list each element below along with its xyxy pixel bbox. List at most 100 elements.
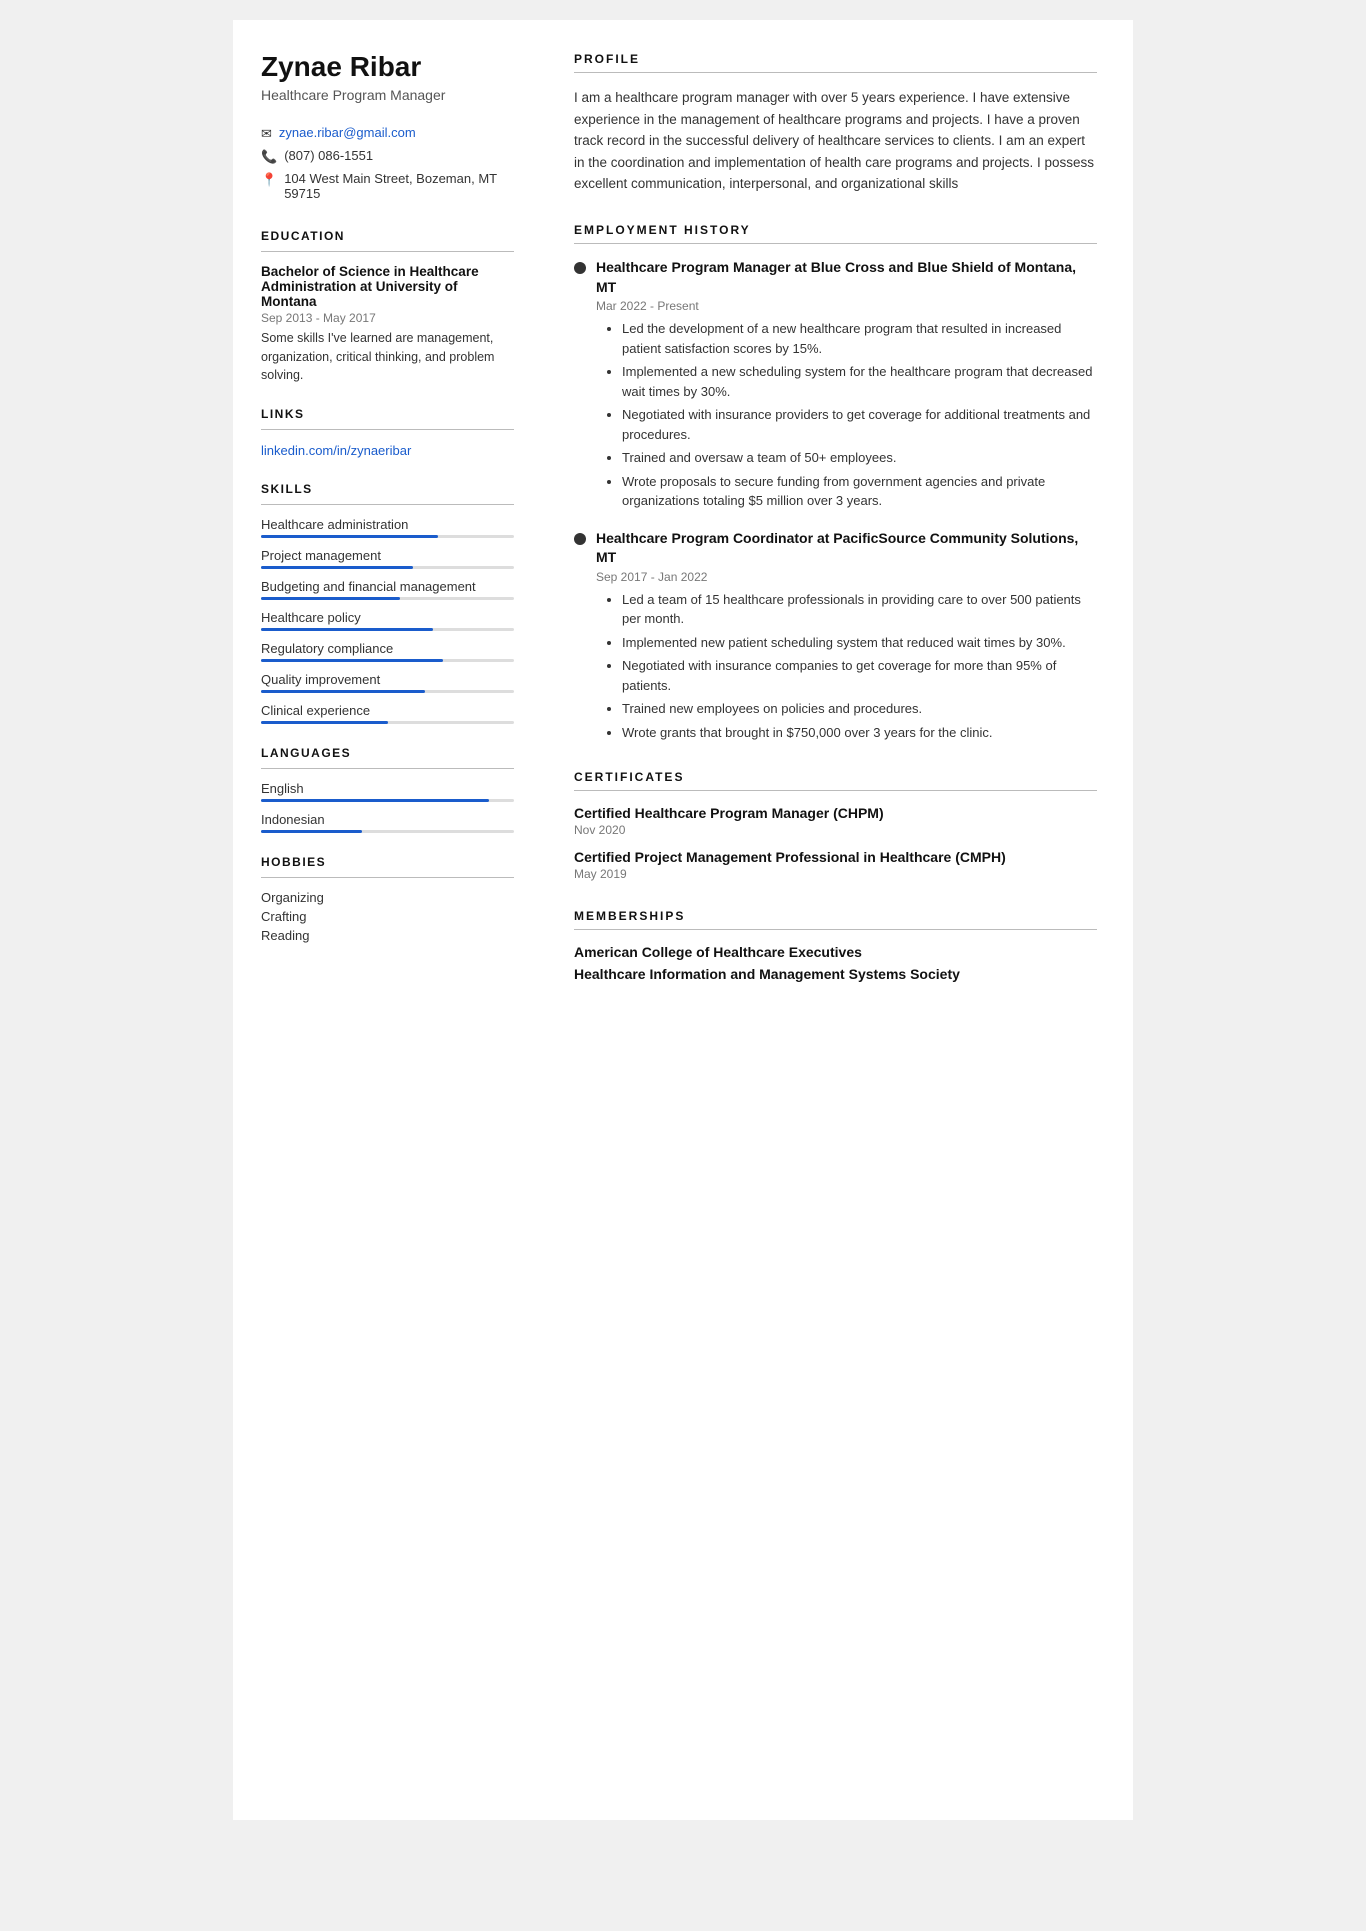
profile-divider xyxy=(574,72,1097,73)
candidate-title: Healthcare Program Manager xyxy=(261,87,514,103)
membership-entry: Healthcare Information and Management Sy… xyxy=(574,966,1097,982)
job-bullet: Led the development of a new healthcare … xyxy=(622,319,1097,358)
language-label: English xyxy=(261,781,514,796)
certificates-section: CERTIFICATES Certified Healthcare Progra… xyxy=(574,770,1097,881)
certs-list: Certified Healthcare Program Manager (CH… xyxy=(574,805,1097,881)
memberships-section: MEMBERSHIPS American College of Healthca… xyxy=(574,909,1097,982)
cert-entry: Certified Healthcare Program Manager (CH… xyxy=(574,805,1097,837)
resume-container: Zynae Ribar Healthcare Program Manager ✉… xyxy=(233,20,1133,1820)
certificates-divider xyxy=(574,790,1097,791)
job-bullet: Trained new employees on policies and pr… xyxy=(622,699,1097,719)
skill-label: Quality improvement xyxy=(261,672,514,687)
skill-bar-bg xyxy=(261,535,514,538)
employment-divider xyxy=(574,243,1097,244)
jobs-list: Healthcare Program Manager at Blue Cross… xyxy=(574,258,1097,742)
cert-entry: Certified Project Management Professiona… xyxy=(574,849,1097,881)
skill-item: Healthcare administration xyxy=(261,517,514,538)
skill-bar-fill xyxy=(261,721,388,724)
main-content: PROFILE I am a healthcare program manage… xyxy=(538,20,1133,1820)
skills-divider xyxy=(261,504,514,505)
skill-bar-fill xyxy=(261,597,400,600)
education-degree: Bachelor of Science in Healthcare Admini… xyxy=(261,264,514,309)
skill-label: Healthcare policy xyxy=(261,610,514,625)
memberships-heading: MEMBERSHIPS xyxy=(574,909,1097,923)
cert-name: Certified Healthcare Program Manager (CH… xyxy=(574,805,1097,821)
job-bullet: Negotiated with insurance providers to g… xyxy=(622,405,1097,444)
links-section: LINKS linkedin.com/in/zynaeribar xyxy=(261,407,514,460)
location-icon: 📍 xyxy=(261,172,277,188)
skills-section: SKILLS Healthcare administration Project… xyxy=(261,482,514,724)
education-divider xyxy=(261,251,514,252)
hobbies-divider xyxy=(261,877,514,878)
education-date: Sep 2013 - May 2017 xyxy=(261,311,514,325)
skills-heading: SKILLS xyxy=(261,482,514,496)
skill-label: Budgeting and financial management xyxy=(261,579,514,594)
job-title: Healthcare Program Manager at Blue Cross… xyxy=(596,258,1097,297)
memberships-list: American College of Healthcare Executive… xyxy=(574,944,1097,982)
language-bar-fill xyxy=(261,830,362,833)
sidebar: Zynae Ribar Healthcare Program Manager ✉… xyxy=(233,20,538,1820)
skill-item: Clinical experience xyxy=(261,703,514,724)
skill-item: Quality improvement xyxy=(261,672,514,693)
skill-bar-bg xyxy=(261,597,514,600)
languages-divider xyxy=(261,768,514,769)
skill-item: Budgeting and financial management xyxy=(261,579,514,600)
hobby-item: Organizing xyxy=(261,890,514,905)
skill-item: Healthcare policy xyxy=(261,610,514,631)
cert-date: May 2019 xyxy=(574,867,1097,881)
profile-heading: PROFILE xyxy=(574,52,1097,66)
education-heading: EDUCATION xyxy=(261,229,514,243)
job-entry: Healthcare Program Manager at Blue Cross… xyxy=(574,258,1097,511)
skill-bar-fill xyxy=(261,628,433,631)
skill-item: Project management xyxy=(261,548,514,569)
hobbies-section: HOBBIES Organizing Crafting Reading xyxy=(261,855,514,943)
job-entry: Healthcare Program Coordinator at Pacifi… xyxy=(574,529,1097,743)
profile-text: I am a healthcare program manager with o… xyxy=(574,87,1097,195)
job-bullet: Trained and oversaw a team of 50+ employ… xyxy=(622,448,1097,468)
contact-list: ✉ zynae.ribar@gmail.com 📞 (807) 086-1551… xyxy=(261,125,514,201)
links-list: linkedin.com/in/zynaeribar xyxy=(261,442,514,460)
job-dot xyxy=(574,262,586,274)
job-date: Mar 2022 - Present xyxy=(596,299,1097,313)
job-bullet: Implemented new patient scheduling syste… xyxy=(622,633,1097,653)
phone-icon: 📞 xyxy=(261,149,277,165)
contact-email: ✉ zynae.ribar@gmail.com xyxy=(261,125,514,142)
membership-entry: American College of Healthcare Executive… xyxy=(574,944,1097,960)
languages-heading: LANGUAGES xyxy=(261,746,514,760)
hobbies-heading: HOBBIES xyxy=(261,855,514,869)
links-heading: LINKS xyxy=(261,407,514,421)
employment-heading: EMPLOYMENT HISTORY xyxy=(574,223,1097,237)
skill-bar-fill xyxy=(261,566,413,569)
job-bullet: Led a team of 15 healthcare professional… xyxy=(622,590,1097,629)
skill-item: Regulatory compliance xyxy=(261,641,514,662)
job-bullet: Implemented a new scheduling system for … xyxy=(622,362,1097,401)
employment-section: EMPLOYMENT HISTORY Healthcare Program Ma… xyxy=(574,223,1097,742)
skill-bar-bg xyxy=(261,690,514,693)
job-title-row: Healthcare Program Manager at Blue Cross… xyxy=(574,258,1097,297)
cert-date: Nov 2020 xyxy=(574,823,1097,837)
language-item: English xyxy=(261,781,514,802)
job-date: Sep 2017 - Jan 2022 xyxy=(596,570,1097,584)
links-divider xyxy=(261,429,514,430)
email-icon: ✉ xyxy=(261,126,272,142)
linkedin-link[interactable]: linkedin.com/in/zynaeribar xyxy=(261,443,411,458)
skill-bar-bg xyxy=(261,659,514,662)
job-bullets: Led a team of 15 healthcare professional… xyxy=(608,590,1097,743)
job-title: Healthcare Program Coordinator at Pacifi… xyxy=(596,529,1097,568)
job-bullet: Negotiated with insurance companies to g… xyxy=(622,656,1097,695)
language-label: Indonesian xyxy=(261,812,514,827)
skill-label: Healthcare administration xyxy=(261,517,514,532)
contact-phone: 📞 (807) 086-1551 xyxy=(261,148,514,165)
certificates-heading: CERTIFICATES xyxy=(574,770,1097,784)
skill-bar-bg xyxy=(261,721,514,724)
skill-bar-fill xyxy=(261,535,438,538)
job-bullet: Wrote grants that brought in $750,000 ov… xyxy=(622,723,1097,743)
languages-list: English Indonesian xyxy=(261,781,514,833)
hobby-item: Reading xyxy=(261,928,514,943)
skill-label: Clinical experience xyxy=(261,703,514,718)
profile-section: PROFILE I am a healthcare program manage… xyxy=(574,52,1097,195)
hobby-item: Crafting xyxy=(261,909,514,924)
education-description: Some skills I've learned are management,… xyxy=(261,329,514,385)
candidate-name: Zynae Ribar xyxy=(261,52,514,83)
job-bullet: Wrote proposals to secure funding from g… xyxy=(622,472,1097,511)
